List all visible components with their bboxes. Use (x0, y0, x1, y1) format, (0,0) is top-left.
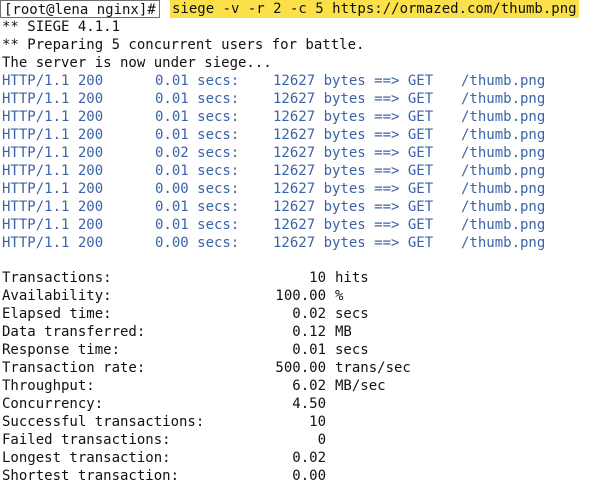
stat-label: Transaction rate: (2, 360, 146, 376)
stat-unit: secs (335, 342, 369, 358)
command-text[interactable]: siege -v -r 2 -c 5 https://ormazed.com/t… (170, 0, 579, 18)
stat-label: Shortest transaction: (2, 468, 180, 484)
stat-label: Transactions: (2, 270, 112, 286)
stat-value: 0.01 (292, 342, 326, 358)
response-time: 0.01 secs: (155, 91, 240, 107)
request-row: HTTP/1.1 200 0.01 secs: 12627 bytes ==> GE… (0, 90, 616, 108)
preparing-users-line: ** Preparing 5 concurrent users for batt… (2, 37, 365, 53)
request-path: /thumb.png (461, 91, 546, 107)
http-status: HTTP/1.1 200 (2, 73, 104, 89)
bytes-method: 12627 bytes ==> GET (273, 235, 434, 251)
stat-row: Concurrency: 4.50 (0, 395, 616, 413)
stat-row: Data transferred: 0.12 MB (0, 323, 616, 341)
request-row: HTTP/1.1 200 0.01 secs: 12627 bytes ==> GE… (0, 108, 616, 126)
stat-unit: trans/sec (335, 360, 411, 376)
bytes-method: 12627 bytes ==> GET (273, 217, 434, 233)
stat-label: Response time: (2, 342, 121, 358)
response-time: 0.01 secs: (155, 163, 240, 179)
request-row: HTTP/1.1 200 0.00 secs: 12627 bytes ==> GE… (0, 180, 616, 198)
stat-value: 100.00 (275, 288, 326, 304)
stat-value: 10 (309, 414, 326, 430)
stat-row: Shortest transaction: 0.00 (0, 467, 616, 485)
response-time: 0.01 secs: (155, 127, 240, 143)
stat-value: 10 (309, 270, 326, 286)
request-path: /thumb.png (461, 181, 546, 197)
stat-row: Transactions: 10 hits (0, 269, 616, 287)
stat-label: Failed transactions: (2, 432, 171, 448)
http-status: HTTP/1.1 200 (2, 217, 104, 233)
stat-row: Elapsed time: 0.02 secs (0, 305, 616, 323)
bytes-method: 12627 bytes ==> GET (273, 91, 434, 107)
response-time: 0.01 secs: (155, 217, 240, 233)
stat-row: Response time: 0.01 secs (0, 341, 616, 359)
http-status: HTTP/1.1 200 (2, 145, 104, 161)
bytes-method: 12627 bytes ==> GET (273, 163, 434, 179)
http-status: HTTP/1.1 200 (2, 109, 104, 125)
siege-version-line: ** SIEGE 4.1.1 (2, 19, 121, 35)
stat-row: Longest transaction: 0.02 (0, 449, 616, 467)
request-path: /thumb.png (461, 199, 546, 215)
request-row: HTTP/1.1 200 0.01 secs: 12627 bytes ==> GE… (0, 126, 616, 144)
request-row: HTTP/1.1 200 0.01 secs: 12627 bytes ==> GE… (0, 198, 616, 216)
response-time: 0.01 secs: (155, 199, 240, 215)
stat-label: Data transferred: (2, 324, 146, 340)
stat-row: Transaction rate: 500.00 trans/sec (0, 359, 616, 377)
stat-row: Throughput: 6.02 MB/sec (0, 377, 616, 395)
response-time: 0.02 secs: (155, 145, 240, 161)
request-path: /thumb.png (461, 109, 546, 125)
request-row: HTTP/1.1 200 0.01 secs: 12627 bytes ==> GE… (0, 72, 616, 90)
request-path: /thumb.png (461, 235, 546, 251)
under-siege-line: The server is now under siege... (2, 55, 272, 71)
stat-value: 6.02 (292, 378, 326, 394)
stat-unit: MB (335, 324, 352, 340)
stat-label: Throughput: (2, 378, 95, 394)
request-path: /thumb.png (461, 145, 546, 161)
stat-row: Successful transactions: 10 (0, 413, 616, 431)
request-row: HTTP/1.1 200 0.01 secs: 12627 bytes ==> GE… (0, 216, 616, 234)
stat-value: 0 (317, 432, 326, 448)
stat-unit: % (335, 288, 344, 304)
request-row: HTTP/1.1 200 0.02 secs: 12627 bytes ==> GE… (0, 144, 616, 162)
http-status: HTTP/1.1 200 (2, 235, 104, 251)
bytes-method: 12627 bytes ==> GET (273, 199, 434, 215)
stat-value: 0.00 (292, 468, 326, 484)
stat-label: Elapsed time: (2, 306, 112, 322)
stat-value: 4.50 (292, 396, 326, 412)
request-path: /thumb.png (461, 163, 546, 179)
request-path: /thumb.png (461, 127, 546, 143)
stat-row: Availability: 100.00% (0, 287, 616, 305)
shell-prompt: [root@lena nginx]# (0, 0, 160, 18)
stat-unit: secs (335, 306, 369, 322)
bytes-method: 12627 bytes ==> GET (273, 127, 434, 143)
bytes-method: 12627 bytes ==> GET (273, 109, 434, 125)
http-status: HTTP/1.1 200 (2, 91, 104, 107)
stat-value: 500.00 (275, 360, 326, 376)
request-row: HTTP/1.1 200 0.01 secs: 12627 bytes ==> GE… (0, 162, 616, 180)
stat-unit: hits (335, 270, 369, 286)
response-time: 0.01 secs: (155, 109, 240, 125)
stat-value: 0.12 (292, 324, 326, 340)
stat-label: Successful transactions: (2, 414, 205, 430)
stat-value: 0.02 (292, 450, 326, 466)
http-status: HTTP/1.1 200 (2, 199, 104, 215)
request-row: HTTP/1.1 200 0.00 secs: 12627 bytes ==> GE… (0, 234, 616, 252)
request-path: /thumb.png (461, 73, 546, 89)
stat-label: Longest transaction: (2, 450, 171, 466)
stat-unit: MB/sec (335, 378, 386, 394)
terminal-window[interactable]: [root@lena nginx]# siege -v -r 2 -c 5 ht… (0, 0, 616, 487)
request-path: /thumb.png (461, 217, 546, 233)
bytes-method: 12627 bytes ==> GET (273, 181, 434, 197)
http-status: HTTP/1.1 200 (2, 127, 104, 143)
bytes-method: 12627 bytes ==> GET (273, 145, 434, 161)
stat-value: 0.02 (292, 306, 326, 322)
response-time: 0.01 secs: (155, 73, 240, 89)
stat-label: Concurrency: (2, 396, 104, 412)
http-status: HTTP/1.1 200 (2, 181, 104, 197)
http-status: HTTP/1.1 200 (2, 163, 104, 179)
stat-row: Failed transactions: 0 (0, 431, 616, 449)
response-time: 0.00 secs: (155, 235, 240, 251)
stat-label: Availability: (2, 288, 112, 304)
response-time: 0.00 secs: (155, 181, 240, 197)
bytes-method: 12627 bytes ==> GET (273, 73, 434, 89)
